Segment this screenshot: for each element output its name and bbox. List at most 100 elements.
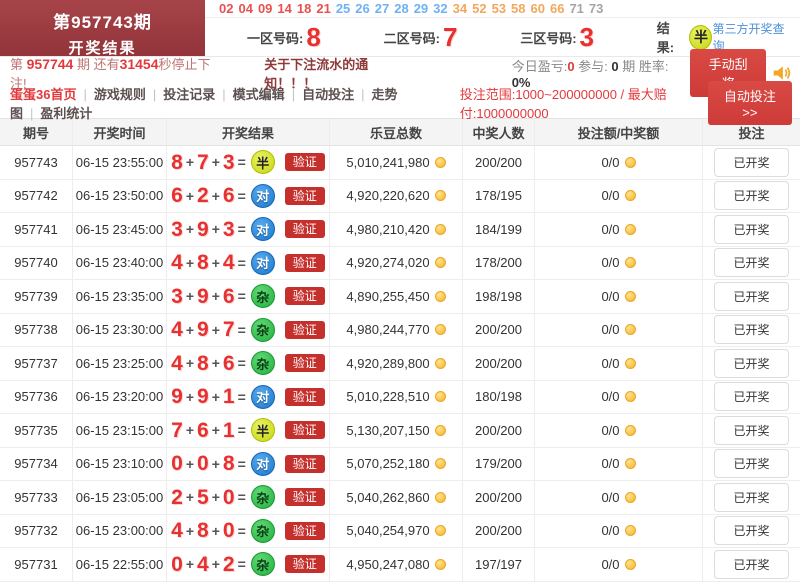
countdown-mid: 期 还有 (73, 57, 119, 72)
row-action-button[interactable]: 已开奖 (714, 215, 788, 244)
result-number: 4 (171, 520, 183, 541)
verify-badge[interactable]: 验证 (285, 287, 325, 305)
result-number: 8 (223, 453, 235, 474)
zone-1: 一区号码: 8 (247, 24, 384, 50)
verify-badge[interactable]: 验证 (285, 254, 325, 272)
result-badge: 对 (251, 385, 275, 409)
nav-separator: | (222, 87, 225, 102)
equals-sign: = (238, 389, 246, 405)
row-bet-cell: 0/0 (535, 448, 703, 481)
row-action-button[interactable]: 已开奖 (714, 349, 788, 378)
result-number: 6 (223, 185, 235, 206)
table-row: 957733 06-15 23:05:00 2 + 5 + 0 = 杂 验证 5… (0, 481, 800, 515)
verify-badge[interactable]: 验证 (285, 421, 325, 439)
row-action-cell: 已开奖 (703, 448, 800, 481)
row-issue: 957732 (0, 515, 73, 548)
result-badge: 对 (251, 184, 275, 208)
result-number: 9 (197, 219, 209, 240)
coin-icon (625, 291, 636, 302)
row-winners: 200/200 (463, 146, 535, 179)
verify-badge[interactable]: 验证 (285, 321, 325, 339)
row-beans: 5,010,241,980 (346, 155, 429, 170)
coin-icon (625, 559, 636, 570)
row-result: 6 + 2 + 6 = 对 验证 (167, 180, 330, 213)
coin-icon (435, 291, 446, 302)
verify-badge[interactable]: 验证 (285, 555, 325, 573)
row-action-button[interactable]: 已开奖 (714, 550, 788, 579)
plus-sign: + (212, 523, 220, 539)
row-issue: 957736 (0, 381, 73, 414)
result-number: 4 (171, 319, 183, 340)
row-action-button[interactable]: 已开奖 (714, 449, 788, 478)
verify-badge[interactable]: 验证 (285, 522, 325, 540)
history-number: 04 (238, 1, 252, 16)
row-beans-cell: 5,010,228,510 (330, 381, 463, 414)
plus-sign: + (186, 188, 194, 204)
join-unit: 期 (619, 59, 639, 74)
nav-item-3[interactable]: 模式编辑 (233, 87, 285, 102)
row-bet: 0/0 (601, 188, 619, 203)
result-number: 0 (223, 520, 235, 541)
plus-sign: + (212, 221, 220, 237)
row-issue: 957733 (0, 481, 73, 514)
plus-sign: + (186, 456, 194, 472)
nav-item-0[interactable]: 蛋蛋36首页 (10, 87, 76, 102)
nav-item-1[interactable]: 游戏规则 (94, 87, 146, 102)
nav-item-2[interactable]: 投注记录 (163, 87, 215, 102)
nav-row: 蛋蛋36首页|游戏规则|投注记录|模式编辑|自动投注|走势图|盈利统计 投注范围… (0, 88, 800, 118)
row-action-button[interactable]: 已开奖 (714, 248, 788, 277)
coin-icon (625, 492, 636, 503)
verify-badge[interactable]: 验证 (285, 354, 325, 372)
verify-badge[interactable]: 验证 (285, 488, 325, 506)
row-winners: 198/198 (463, 280, 535, 313)
row-action-button[interactable]: 已开奖 (714, 315, 788, 344)
row-beans: 4,920,220,620 (346, 188, 429, 203)
row-action-button[interactable]: 已开奖 (714, 148, 788, 177)
table-row: 957734 06-15 23:10:00 0 + 0 + 8 = 对 验证 5… (0, 448, 800, 482)
equals-sign: = (238, 154, 246, 170)
coin-icon (625, 458, 636, 469)
verify-badge[interactable]: 验证 (285, 187, 325, 205)
countdown-prefix: 第 (10, 57, 27, 72)
row-winners: 200/200 (463, 314, 535, 347)
header-winners: 中奖人数 (463, 119, 535, 145)
row-action-button[interactable]: 已开奖 (714, 382, 788, 411)
row-result: 2 + 5 + 0 = 杂 验证 (167, 481, 330, 514)
result-badge: 半 (251, 418, 275, 442)
row-time: 06-15 23:20:00 (73, 381, 167, 414)
verify-badge[interactable]: 验证 (285, 455, 325, 473)
plus-sign: + (186, 255, 194, 271)
verify-badge[interactable]: 验证 (285, 388, 325, 406)
coin-icon (435, 224, 446, 235)
coin-icon (435, 257, 446, 268)
plus-sign: + (212, 489, 220, 505)
row-action-button[interactable]: 已开奖 (714, 181, 788, 210)
speaker-icon[interactable] (772, 63, 792, 83)
zone-2: 二区号码: 7 (384, 24, 521, 50)
row-action-cell: 已开奖 (703, 146, 800, 179)
row-bet-cell: 0/0 (535, 314, 703, 347)
plus-sign: + (186, 355, 194, 371)
nav-item-4[interactable]: 自动投注 (302, 87, 354, 102)
row-issue: 957743 (0, 146, 73, 179)
row-action-button[interactable]: 已开奖 (714, 416, 788, 445)
row-beans-cell: 5,130,207,150 (330, 414, 463, 447)
row-winners: 197/197 (463, 548, 535, 581)
row-winners: 180/198 (463, 381, 535, 414)
row-beans-cell: 5,040,262,860 (330, 481, 463, 514)
zone-3-value: 3 (580, 24, 594, 50)
result-number: 3 (171, 219, 183, 240)
plus-sign: + (212, 556, 220, 572)
result-badge: 杂 (251, 485, 275, 509)
row-bet: 0/0 (601, 490, 619, 505)
history-number: 66 (550, 1, 564, 16)
profit-value: 0 (567, 59, 574, 74)
row-action-button[interactable]: 已开奖 (714, 483, 788, 512)
header-result: 开奖结果 (167, 119, 330, 145)
verify-badge[interactable]: 验证 (285, 220, 325, 238)
row-action-button[interactable]: 已开奖 (714, 516, 788, 545)
plus-sign: + (212, 322, 220, 338)
row-action-button[interactable]: 已开奖 (714, 282, 788, 311)
verify-badge[interactable]: 验证 (285, 153, 325, 171)
result-number: 4 (171, 252, 183, 273)
